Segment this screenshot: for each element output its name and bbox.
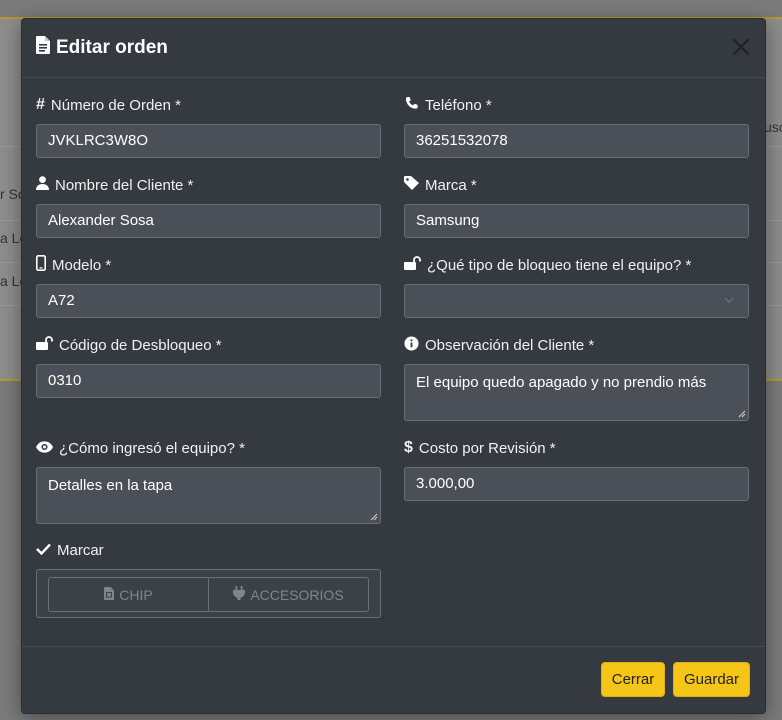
review-cost-input[interactable]: 3.000,00 (404, 467, 749, 501)
review-cost-label: Costo por Revisión * (418, 439, 556, 457)
client-name-input[interactable]: Alexander Sosa (36, 204, 381, 238)
marcar-button-group: CHIP ACCESORIOS (48, 577, 369, 612)
background-text: usc (764, 119, 782, 135)
chevron-down-icon (724, 297, 734, 303)
chip-toggle-button[interactable]: CHIP (49, 578, 208, 611)
brand-label: Marca * (425, 176, 477, 194)
entry-condition-value: Detalles en la tapa (48, 477, 173, 494)
close-button[interactable] (729, 35, 753, 59)
sim-card-icon (104, 586, 115, 603)
unlock-code-input[interactable]: 0310 (36, 364, 381, 398)
entry-condition-field: ¿Cómo ingresó el equipo? * Detalles en l… (36, 438, 381, 524)
brand-input[interactable]: Samsung (404, 204, 749, 238)
entry-condition-label: ¿Cómo ingresó el equipo? * (59, 439, 245, 457)
user-icon (36, 176, 49, 194)
close-modal-button[interactable]: Cerrar (601, 662, 665, 697)
observation-label: Observación del Cliente * (425, 336, 595, 354)
model-input[interactable]: A72 (36, 284, 381, 318)
unlock-code-field: Código de Desbloqueo * 0310 (36, 335, 381, 398)
modal-footer: Cerrar Guardar (22, 646, 765, 714)
hash-icon: # (36, 96, 45, 113)
client-name-label: Nombre del Cliente * (55, 176, 194, 194)
close-icon (732, 38, 750, 56)
observation-value: El equipo quedo apagado y no prendio más (416, 374, 707, 391)
lock-type-select[interactable] (404, 284, 749, 318)
info-icon (404, 335, 419, 355)
check-icon (36, 542, 51, 559)
phone-label: Teléfono * (425, 96, 492, 114)
modal-title-text: Editar orden (56, 37, 168, 58)
dollar-icon: $ (404, 439, 413, 456)
modal-title: Editar orden (36, 36, 168, 60)
order-number-input[interactable]: JVKLRC3W8O (36, 124, 381, 158)
observation-field: Observación del Cliente * El equipo qued… (404, 335, 749, 421)
marcar-field: Marcar CHIP ACCESORIOS (36, 540, 381, 618)
marcar-label: Marcar (57, 541, 104, 559)
lock-type-field: ¿Qué tipo de bloqueo tiene el equipo? * (404, 255, 749, 318)
resize-handle-icon[interactable] (738, 410, 746, 418)
resize-handle-icon[interactable] (370, 513, 378, 521)
save-button[interactable]: Guardar (673, 662, 750, 697)
observation-textarea[interactable]: El equipo quedo apagado y no prendio más (404, 364, 749, 421)
unlock-icon (36, 336, 53, 354)
brand-field: Marca * Samsung (404, 175, 749, 238)
mobile-icon (36, 255, 46, 275)
lock-type-label: ¿Qué tipo de bloqueo tiene el equipo? * (427, 256, 692, 274)
review-cost-field: $ Costo por Revisión * 3.000,00 (404, 438, 749, 501)
phone-field: Teléfono * 36251532078 (404, 95, 749, 158)
client-name-field: Nombre del Cliente * Alexander Sosa (36, 175, 381, 238)
chip-label: CHIP (119, 586, 153, 603)
modal-header: Editar orden (22, 19, 765, 78)
order-number-field: # Número de Orden * JVKLRC3W8O (36, 95, 381, 158)
accessories-label: ACCESORIOS (250, 586, 344, 603)
unlock-code-label: Código de Desbloqueo * (59, 336, 222, 354)
order-number-label: Número de Orden * (50, 96, 181, 114)
phone-input[interactable]: 36251532078 (404, 124, 749, 158)
model-field: Modelo * A72 (36, 255, 381, 318)
eye-icon (36, 440, 53, 457)
phone-icon (404, 96, 419, 115)
model-label: Modelo * (52, 256, 112, 274)
edit-order-modal: Editar orden # Número de Orden * JVKLRC3… (21, 18, 766, 714)
tag-icon (404, 176, 419, 194)
plug-icon (233, 586, 246, 603)
accessories-toggle-button[interactable]: ACCESORIOS (208, 578, 368, 611)
unlock-icon (404, 256, 421, 274)
file-icon (36, 36, 50, 60)
entry-condition-textarea[interactable]: Detalles en la tapa (36, 467, 381, 524)
marcar-options: CHIP ACCESORIOS (36, 569, 381, 618)
